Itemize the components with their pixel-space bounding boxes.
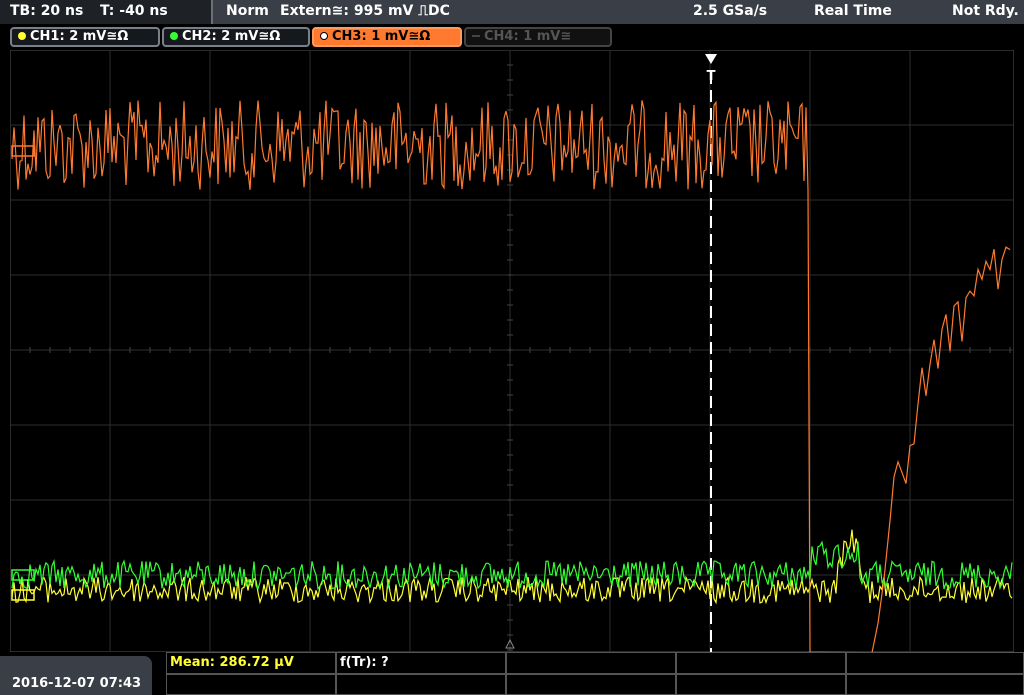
meas-cell-3 bbox=[506, 652, 676, 674]
trigger-mode-label[interactable]: Norm bbox=[226, 3, 269, 19]
meas-cell-10 bbox=[846, 674, 1024, 695]
meas-cell-4 bbox=[676, 652, 846, 674]
channel-bar: CH1: 2 mV≅Ω CH2: 2 mV≅Ω CH3: 1 mV≅Ω CH4:… bbox=[0, 24, 1024, 50]
sample-rate-label: 2.5 GSa/s bbox=[693, 3, 768, 19]
acq-mode-label: Real Time bbox=[814, 3, 892, 19]
datetime-box: 2016-12-07 07:43 bbox=[0, 656, 152, 695]
ch1-label: CH1: 2 mV≅Ω bbox=[30, 29, 129, 44]
meas-cell-5 bbox=[846, 652, 1024, 674]
meas-cell-9 bbox=[676, 674, 846, 695]
datetime-label: 2016-12-07 07:43 bbox=[12, 676, 142, 691]
ch3-button[interactable]: CH3: 1 mV≅Ω bbox=[312, 27, 462, 47]
ch4-dash-icon bbox=[472, 35, 480, 37]
freq-value: f(Tr): ? bbox=[340, 655, 389, 670]
meas-cell-7 bbox=[336, 674, 506, 695]
status-label: Not Rdy. bbox=[952, 3, 1019, 19]
ch2-dot-icon bbox=[170, 32, 178, 40]
trigger-source-label[interactable]: Extern≅: 995 mV ⎍DC bbox=[280, 3, 450, 19]
mean-value: Mean: 286.72 µV bbox=[170, 655, 294, 670]
meas-cell-6 bbox=[166, 674, 336, 695]
ch3-label: CH3: 1 mV≅Ω bbox=[332, 29, 431, 44]
timebase-box[interactable]: TB: 20 ns T: -40 ns bbox=[0, 0, 213, 24]
timebase-label: TB: 20 ns bbox=[10, 3, 84, 19]
meas-cell-8 bbox=[506, 674, 676, 695]
waveform-display[interactable]: T bbox=[10, 50, 1014, 652]
ch3-dot-icon bbox=[320, 32, 328, 40]
ch2-button[interactable]: CH2: 2 mV≅Ω bbox=[162, 27, 310, 47]
status-bar: TB: 20 ns T: -40 ns Norm Extern≅: 995 mV… bbox=[0, 0, 1024, 24]
ch1-dot-icon bbox=[18, 32, 26, 40]
trigger-marker: T bbox=[707, 69, 716, 84]
ch1-button[interactable]: CH1: 2 mV≅Ω bbox=[10, 27, 160, 47]
measurement-panel[interactable]: Mean: 286.72 µV f(Tr): ? bbox=[166, 652, 1024, 695]
ch2-label: CH2: 2 mV≅Ω bbox=[182, 29, 281, 44]
ch4-button[interactable]: CH4: 1 mV≅ bbox=[464, 27, 612, 47]
trigger-time-label: T: -40 ns bbox=[100, 3, 168, 19]
ch4-label: CH4: 1 mV≅ bbox=[484, 29, 572, 44]
